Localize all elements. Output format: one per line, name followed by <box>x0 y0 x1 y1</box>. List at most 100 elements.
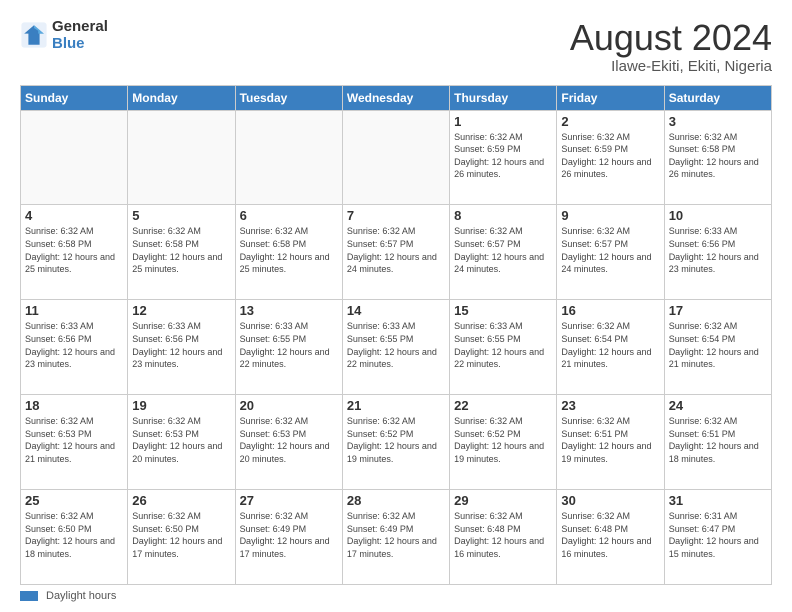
calendar-cell: 7Sunrise: 6:32 AM Sunset: 6:57 PM Daylig… <box>342 205 449 300</box>
day-number: 8 <box>454 208 552 223</box>
day-info: Sunrise: 6:32 AM Sunset: 6:58 PM Dayligh… <box>240 225 338 275</box>
calendar-week-3: 11 Sunrise: 6:33 AM Sunset: 6:56 PM Dayli… <box>21 300 772 395</box>
day-number: 13 <box>240 303 338 318</box>
day-number: 30 <box>561 493 659 508</box>
calendar-cell: 25 Sunrise: 6:32 AM Sunset: 6:50 PM Dayli… <box>21 490 128 585</box>
day-info: Sunrise: 6:32 AM Sunset: 6:48 PM Dayligh… <box>454 510 552 560</box>
day-number: 20 <box>240 398 338 413</box>
day-number: 28 <box>347 493 445 508</box>
header: General Blue August 2024 Ilawe-Ekiti, Ek… <box>20 18 772 75</box>
calendar-header-thursday: Thursday <box>450 85 557 110</box>
day-number: 27 <box>240 493 338 508</box>
calendar-header-sunday: Sunday <box>21 85 128 110</box>
day-number: 25 <box>25 493 123 508</box>
day-number: 21 <box>347 398 445 413</box>
calendar-cell: 9 Sunrise: 6:32 AM Sunset: 6:57 PM Daylig… <box>557 205 664 300</box>
day-info: Sunrise: 6:32 AM Sunset: 6:48 PM Dayligh… <box>561 510 659 560</box>
day-info: Sunrise: 6:33 AM Sunset: 6:56 PM Dayligh… <box>132 320 230 370</box>
day-number: 12 <box>132 303 230 318</box>
calendar-cell: 29 Sunrise: 6:32 AM Sunset: 6:48 PM Dayli… <box>450 490 557 585</box>
day-info: Sunrise: 6:32 AM Sunset: 6:51 PM Dayligh… <box>669 415 767 465</box>
day-info: Sunrise: 6:33 AM Sunset: 6:56 PM Dayligh… <box>669 225 767 275</box>
day-info: Sunrise: 6:32 AM Sunset: 6:52 PM Dayligh… <box>454 415 552 465</box>
day-number: 7 <box>347 208 445 223</box>
calendar-cell: 20Sunrise: 6:32 AM Sunset: 6:53 PM Dayli… <box>235 395 342 490</box>
day-number: 19 <box>132 398 230 413</box>
calendar-cell: 11Sunrise: 6:33 AM Sunset: 6:56 PM Dayli… <box>21 300 128 395</box>
day-info: Sunrise: 6:32 AM Sunset: 6:49 PM Dayligh… <box>240 510 338 560</box>
day-info: Sunrise: 6:32 AM Sunset: 6:57 PM Dayligh… <box>454 225 552 275</box>
calendar-cell: 3Sunrise: 6:32 AM Sunset: 6:58 PM Daylig… <box>664 110 771 205</box>
calendar-cell: 21 Sunrise: 6:32 AM Sunset: 6:52 PM Dayli… <box>342 395 449 490</box>
day-number: 4 <box>25 208 123 223</box>
day-info: Sunrise: 6:33 AM Sunset: 6:55 PM Dayligh… <box>240 320 338 370</box>
calendar-cell: 23Sunrise: 6:32 AM Sunset: 6:51 PM Dayli… <box>557 395 664 490</box>
day-info: Sunrise: 6:32 AM Sunset: 6:58 PM Dayligh… <box>669 131 767 181</box>
calendar-week-5: 25 Sunrise: 6:32 AM Sunset: 6:50 PM Dayli… <box>21 490 772 585</box>
day-number: 5 <box>132 208 230 223</box>
logo: General Blue <box>20 18 108 52</box>
day-info: Sunrise: 6:32 AM Sunset: 6:57 PM Dayligh… <box>561 225 659 275</box>
day-info: Sunrise: 6:32 AM Sunset: 6:53 PM Dayligh… <box>132 415 230 465</box>
logo-icon <box>20 21 48 49</box>
calendar-cell: 8 Sunrise: 6:32 AM Sunset: 6:57 PM Daylig… <box>450 205 557 300</box>
title-block: August 2024 Ilawe-Ekiti, Ekiti, Nigeria <box>570 18 772 75</box>
day-info: Sunrise: 6:32 AM Sunset: 6:50 PM Dayligh… <box>25 510 123 560</box>
day-number: 6 <box>240 208 338 223</box>
day-number: 1 <box>454 114 552 129</box>
calendar-week-1: 1 Sunrise: 6:32 AM Sunset: 6:59 PM Daylig… <box>21 110 772 205</box>
calendar-cell: 12 Sunrise: 6:33 AM Sunset: 6:56 PM Dayli… <box>128 300 235 395</box>
calendar-cell: 1 Sunrise: 6:32 AM Sunset: 6:59 PM Daylig… <box>450 110 557 205</box>
day-info: Sunrise: 6:32 AM Sunset: 6:59 PM Dayligh… <box>454 131 552 181</box>
logo-text: General Blue <box>52 18 108 52</box>
calendar-cell: 14Sunrise: 6:33 AM Sunset: 6:55 PM Dayli… <box>342 300 449 395</box>
calendar-cell: 13 Sunrise: 6:33 AM Sunset: 6:55 PM Dayli… <box>235 300 342 395</box>
calendar-header-monday: Monday <box>128 85 235 110</box>
calendar-cell: 15 Sunrise: 6:33 AM Sunset: 6:55 PM Dayli… <box>450 300 557 395</box>
calendar-cell: 5 Sunrise: 6:32 AM Sunset: 6:58 PM Daylig… <box>128 205 235 300</box>
calendar-cell: 24 Sunrise: 6:32 AM Sunset: 6:51 PM Dayli… <box>664 395 771 490</box>
day-info: Sunrise: 6:32 AM Sunset: 6:49 PM Dayligh… <box>347 510 445 560</box>
calendar-cell: 10 Sunrise: 6:33 AM Sunset: 6:56 PM Dayli… <box>664 205 771 300</box>
calendar-cell: 30 Sunrise: 6:32 AM Sunset: 6:48 PM Dayli… <box>557 490 664 585</box>
calendar-cell: 6 Sunrise: 6:32 AM Sunset: 6:58 PM Daylig… <box>235 205 342 300</box>
calendar-cell: 28 Sunrise: 6:32 AM Sunset: 6:49 PM Dayli… <box>342 490 449 585</box>
day-info: Sunrise: 6:32 AM Sunset: 6:52 PM Dayligh… <box>347 415 445 465</box>
day-number: 29 <box>454 493 552 508</box>
calendar-header-friday: Friday <box>557 85 664 110</box>
day-info: Sunrise: 6:33 AM Sunset: 6:55 PM Dayligh… <box>454 320 552 370</box>
day-info: Sunrise: 6:31 AM Sunset: 6:47 PM Dayligh… <box>669 510 767 560</box>
day-info: Sunrise: 6:32 AM Sunset: 6:50 PM Dayligh… <box>132 510 230 560</box>
day-info: Sunrise: 6:32 AM Sunset: 6:59 PM Dayligh… <box>561 131 659 181</box>
footer: Daylight hours <box>20 590 772 602</box>
day-info: Sunrise: 6:32 AM Sunset: 6:58 PM Dayligh… <box>132 225 230 275</box>
day-number: 18 <box>25 398 123 413</box>
day-number: 16 <box>561 303 659 318</box>
calendar-cell: 18 Sunrise: 6:32 AM Sunset: 6:53 PM Dayli… <box>21 395 128 490</box>
day-number: 10 <box>669 208 767 223</box>
calendar-week-2: 4 Sunrise: 6:32 AM Sunset: 6:58 PM Daylig… <box>21 205 772 300</box>
day-info: Sunrise: 6:32 AM Sunset: 6:58 PM Dayligh… <box>25 225 123 275</box>
day-number: 11 <box>25 303 123 318</box>
day-number: 2 <box>561 114 659 129</box>
calendar-cell: 22Sunrise: 6:32 AM Sunset: 6:52 PM Dayli… <box>450 395 557 490</box>
calendar-cell: 16Sunrise: 6:32 AM Sunset: 6:54 PM Dayli… <box>557 300 664 395</box>
day-info: Sunrise: 6:32 AM Sunset: 6:53 PM Dayligh… <box>25 415 123 465</box>
calendar-cell: 17 Sunrise: 6:32 AM Sunset: 6:54 PM Dayli… <box>664 300 771 395</box>
calendar: SundayMondayTuesdayWednesdayThursdayFrid… <box>20 85 772 585</box>
calendar-header-row: SundayMondayTuesdayWednesdayThursdayFrid… <box>21 85 772 110</box>
day-number: 26 <box>132 493 230 508</box>
day-number: 31 <box>669 493 767 508</box>
day-info: Sunrise: 6:32 AM Sunset: 6:54 PM Dayligh… <box>669 320 767 370</box>
day-info: Sunrise: 6:32 AM Sunset: 6:51 PM Dayligh… <box>561 415 659 465</box>
calendar-cell <box>235 110 342 205</box>
calendar-header-saturday: Saturday <box>664 85 771 110</box>
day-number: 17 <box>669 303 767 318</box>
day-number: 24 <box>669 398 767 413</box>
day-number: 9 <box>561 208 659 223</box>
calendar-header-wednesday: Wednesday <box>342 85 449 110</box>
calendar-cell: 31 Sunrise: 6:31 AM Sunset: 6:47 PM Dayli… <box>664 490 771 585</box>
day-number: 15 <box>454 303 552 318</box>
calendar-cell <box>21 110 128 205</box>
day-info: Sunrise: 6:33 AM Sunset: 6:55 PM Dayligh… <box>347 320 445 370</box>
